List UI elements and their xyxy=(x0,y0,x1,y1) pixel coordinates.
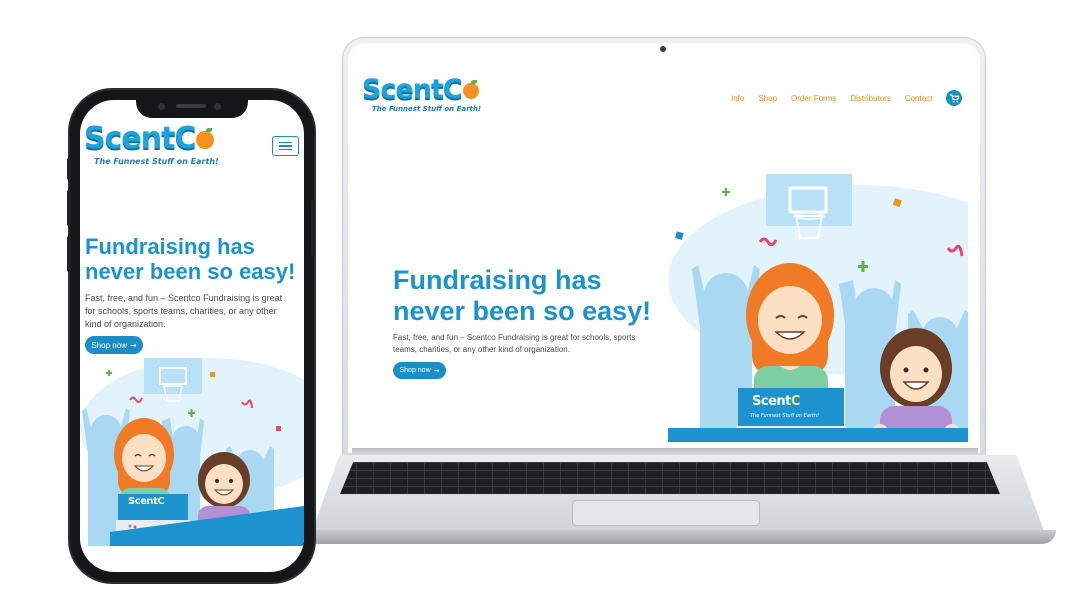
hero-title: Fundraising has never been so easy! xyxy=(393,265,651,327)
phone-power-button xyxy=(311,200,315,256)
laptop-camera xyxy=(660,46,666,52)
mobile-box-logo-wordmark: Scent xyxy=(128,496,158,507)
red-haired-girl-illustration xyxy=(746,263,834,406)
nav-contact[interactable]: Contact xyxy=(905,94,933,103)
phone-volume-down-button xyxy=(67,190,71,226)
mobile-hero-title: Fundraising has never been so easy! xyxy=(85,234,295,284)
mobile-hero-title-line1: Fundraising has xyxy=(85,234,255,259)
orange-logo-icon xyxy=(462,79,479,99)
arrow-right-icon: ➞ xyxy=(433,367,440,375)
laptop-keyboard xyxy=(340,462,1000,494)
laptop-base-lip xyxy=(300,530,1056,544)
laptop-screen: ScentC The Funnest Stuff on Earth! Info … xyxy=(358,62,968,442)
hero-title-line1: Fundraising has xyxy=(393,265,602,295)
box-logo-wordmark-end: C xyxy=(790,394,801,409)
shop-now-button[interactable]: Shop now ➞ xyxy=(393,362,446,379)
mobile-logo-tagline: The Funnest Stuff on Earth! xyxy=(94,157,219,166)
hero-title-line2: never been so easy! xyxy=(393,295,652,326)
shop-now-label: Shop now xyxy=(399,367,431,374)
laptop-trackpad xyxy=(572,500,760,526)
nav-shop[interactable]: Shop xyxy=(758,94,777,103)
mobile-site-logo[interactable]: ScentC The Funnest Stuff on Earth! xyxy=(84,121,219,167)
mobile-box-logo: ScentC xyxy=(128,496,165,507)
mobile-hero-description: Fast, free, and fun – Scentco Fundraisin… xyxy=(85,293,283,330)
hero-illustration: ScentC The Funnest Stuff on Earth! xyxy=(668,170,968,442)
box-tagline: The Funnest Stuff on Earth! xyxy=(750,413,820,419)
mobile-logo-wordmark-end: C xyxy=(174,121,196,156)
phone-side-button xyxy=(67,236,71,272)
phone-sensor xyxy=(214,103,221,110)
box-logo-wordmark: Scent xyxy=(752,394,791,409)
phone-screen: ScentC The Funnest Stuff on Earth! Fundr… xyxy=(80,100,304,572)
mobile-arrow-right-icon: ➞ xyxy=(129,340,137,350)
logo-wordmark-end: C xyxy=(442,74,463,105)
mobile-hero-title-line2: never been so easy! xyxy=(85,259,296,285)
mobile-shop-now-button[interactable]: Shop now ➞ xyxy=(85,336,143,354)
logo-tagline: The Funnest Stuff on Earth! xyxy=(372,105,482,113)
mobile-logo-wordmark: Scent xyxy=(84,121,175,156)
nav-info[interactable]: Info xyxy=(731,94,744,103)
shopping-cart-icon[interactable] xyxy=(946,90,963,106)
nav-order-forms[interactable]: Order Forms xyxy=(791,94,836,103)
nav-distributors[interactable]: Distributors xyxy=(850,94,890,103)
logo-wordmark: Scent xyxy=(362,74,444,105)
mobile-hero-illustration: ScentC xyxy=(80,356,304,546)
mobile-shop-now-label: Shop now xyxy=(91,340,127,350)
phone-volume-up-button xyxy=(67,158,71,180)
mobile-orange-logo-icon xyxy=(196,127,215,149)
box-logo: ScentC xyxy=(752,394,800,409)
phone-front-camera xyxy=(158,103,165,110)
hero-description: Fast, free, and fun – Scentco Fundraisin… xyxy=(393,333,636,354)
hamburger-menu-icon[interactable] xyxy=(272,136,299,156)
main-nav: Info Shop Order Forms Distributors Conta… xyxy=(731,90,963,106)
site-logo[interactable]: ScentC The Funnest Stuff on Earth! xyxy=(362,76,481,113)
phone-speaker xyxy=(176,104,206,108)
mobile-box-logo-wordmark-end: C xyxy=(157,496,165,507)
